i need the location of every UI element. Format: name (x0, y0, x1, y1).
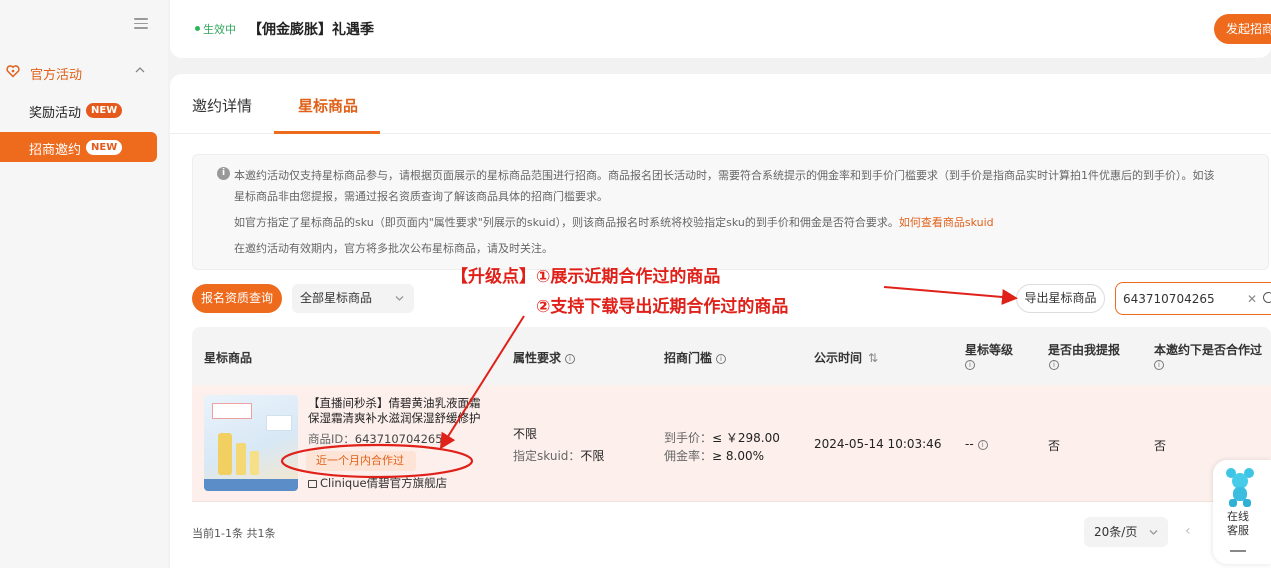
info-line-1: 本邀约活动仅支持星标商品参与，请根据页面展示的星标商品范围进行招商。商品报名团长… (234, 169, 1215, 182)
launch-recruitment-button[interactable]: 发起招商 (1214, 14, 1271, 44)
back-to-top-icon[interactable] (1230, 550, 1246, 552)
star-product-filter-select[interactable]: 全部星标商品 (292, 284, 414, 313)
chevron-down-icon (395, 296, 404, 301)
tab-invite-details[interactable]: 邀约详情 (192, 95, 252, 116)
price-threshold: 到手价：≤ ￥298.00 (664, 429, 780, 446)
pagination-summary: 当前1-1条 共1条 (192, 527, 276, 540)
help-icon[interactable]: i (965, 360, 975, 370)
info-notice: i 本邀约活动仅支持星标商品参与，请根据页面展示的星标商品范围进行招商。商品报名… (192, 154, 1269, 270)
sidebar-group-official-activity[interactable]: 官方活动 (0, 58, 168, 86)
th-cooperated: 本邀约下是否合作过 (1154, 343, 1263, 357)
publish-time: 2024-05-14 10:03:46 (814, 437, 942, 451)
price-value: ≤ ￥298.00 (712, 431, 780, 445)
search-input-value: 643710704265 (1123, 292, 1215, 306)
status-dot (195, 26, 200, 31)
search-icon[interactable] (1263, 292, 1271, 303)
search-input[interactable]: 643710704265 ✕ (1115, 282, 1271, 315)
recent-cooperation-tag: 近一个月内合作过 (306, 451, 416, 471)
th-publish-time-label: 公示时间 (814, 351, 863, 365)
sidebar: 官方活动 奖励活动 NEW 招商邀约 NEW (0, 0, 168, 568)
product-title[interactable]: 【直播间秒杀】倩碧黄油乳液面霜保湿霜清爽补水滋润保湿舒缓修护 (308, 396, 488, 426)
shop-name-text: Clinique倩碧官方旗舰店 (320, 476, 448, 490)
sidebar-group-label: 官方活动 (30, 68, 83, 83)
top-bar: 生效中 【佣金膨胀】礼遇季 发起招商 (170, 0, 1271, 58)
active-tab-indicator (274, 131, 380, 134)
product-id-value: 643710704265 (354, 432, 443, 446)
star-level-text: -- (965, 437, 974, 451)
clear-icon[interactable]: ✕ (1247, 292, 1257, 306)
export-star-products-button[interactable]: 导出星标商品 (1016, 284, 1105, 313)
info-line-3: 如官方指定了星标商品的sku（即页面内"属性要求"列展示的skuid），则该商品… (234, 214, 994, 230)
sku-label: 指定skuid： (513, 449, 581, 463)
commission-label: 佣金率： (664, 449, 713, 463)
attr-value: 不限 (513, 427, 538, 441)
new-badge: NEW (86, 103, 123, 118)
help-icon[interactable]: i (1049, 360, 1059, 370)
help-icon[interactable]: i (716, 353, 727, 364)
th-product: 星标商品 (204, 351, 253, 365)
status-badge: 生效中 (203, 23, 236, 36)
sidebar-item-reward-activity[interactable]: 奖励活动 NEW (0, 95, 157, 125)
chevron-down-icon (1149, 530, 1158, 535)
th-publish-time[interactable]: 公示时间 ⇅ (814, 349, 878, 366)
cooperated-value: 否 (1154, 439, 1167, 453)
new-badge: NEW (86, 140, 123, 155)
info-icon: i (217, 167, 230, 180)
help-icon[interactable]: i (977, 439, 988, 450)
tab-star-products[interactable]: 星标商品 (298, 95, 358, 116)
info-line-3-text: 如官方指定了星标商品的sku（即页面内"属性要求"列展示的skuid），则该商品… (234, 216, 899, 229)
self-submitted-value: 否 (1048, 439, 1061, 453)
commission-threshold: 佣金率：≥ 8.00% (664, 447, 764, 464)
th-threshold-label: 招商门槛 (664, 351, 713, 365)
th-attr-label: 属性要求 (513, 351, 562, 365)
page-title: 【佣金膨胀】礼遇季 (248, 22, 374, 38)
menu-collapse-icon[interactable] (134, 18, 148, 30)
heart-badge-icon (6, 65, 20, 78)
mascot-icon (1226, 468, 1254, 507)
page-size-value: 20条/页 (1094, 525, 1138, 539)
sort-icon[interactable]: ⇅ (868, 351, 878, 365)
how-to-view-skuid-link[interactable]: 如何查看商品skuid (899, 216, 994, 229)
table-header: 星标商品 属性要求 i 招商门槛 i 公示时间 ⇅ 星标等级 i 是否由我提报 i 本… (192, 327, 1271, 385)
page-size-select[interactable]: 20条/页 (1084, 517, 1168, 547)
th-threshold: 招商门槛 i (664, 349, 727, 366)
help-icon[interactable]: i (1154, 360, 1164, 370)
product-thumbnail[interactable] (204, 395, 298, 491)
commission-value: ≥ 8.00% (712, 449, 765, 463)
sku-requirement: 指定skuid：不限 (513, 447, 604, 464)
chevron-up-icon[interactable] (135, 65, 145, 75)
sku-value: 不限 (580, 449, 605, 463)
sidebar-item-recruitment-invite[interactable]: 招商邀约 NEW (0, 132, 157, 162)
tab-bar: 邀约详情 星标商品 (170, 74, 1271, 134)
th-attr: 属性要求 i (513, 349, 576, 366)
shop-icon (308, 479, 317, 488)
service-label-line1: 在线 (1227, 510, 1249, 523)
product-id: 商品ID：643710704265 (308, 431, 443, 447)
star-level-value: -- i (965, 437, 988, 451)
main-panel: 邀约详情 星标商品 i 本邀约活动仅支持星标商品参与，请根据页面展示的星标商品范… (170, 74, 1271, 568)
shop-name[interactable]: Clinique倩碧官方旗舰店 (308, 475, 447, 491)
info-line-4: 在邀约活动有效期内，官方将多批次公布星标商品，请及时关注。 (234, 242, 553, 255)
info-line-2: 星标商品非由您提报，需通过报名资质查询了解该商品具体的招商门槛要求。 (234, 190, 608, 203)
online-service-widget[interactable]: 在线 客服 (1213, 460, 1271, 564)
annotation-upgrade-point: 【升级点】①展示近期合作过的商品 (451, 267, 721, 287)
filter-select-value: 全部星标商品 (300, 291, 373, 305)
help-icon[interactable]: i (565, 353, 576, 364)
qualification-query-button[interactable]: 报名资质查询 (192, 284, 282, 313)
sidebar-item-label: 招商邀约 (29, 143, 82, 158)
price-label: 到手价： (664, 431, 713, 445)
service-label-line2: 客服 (1227, 524, 1249, 537)
annotation-export-support: ②支持下载导出近期合作过的商品 (536, 297, 789, 317)
table-row: 【直播间秒杀】倩碧黄油乳液面霜保湿霜清爽补水滋润保湿舒缓修护 商品ID：6437… (192, 385, 1271, 502)
sidebar-item-label: 奖励活动 (29, 106, 82, 121)
th-self-submitted: 是否由我提报 (1048, 343, 1121, 357)
th-star-level: 星标等级 (965, 343, 1014, 357)
prev-page-button[interactable]: ‹ (1185, 523, 1191, 539)
product-id-label: 商品ID： (308, 432, 355, 446)
service-label: 在线 客服 (1225, 510, 1251, 538)
